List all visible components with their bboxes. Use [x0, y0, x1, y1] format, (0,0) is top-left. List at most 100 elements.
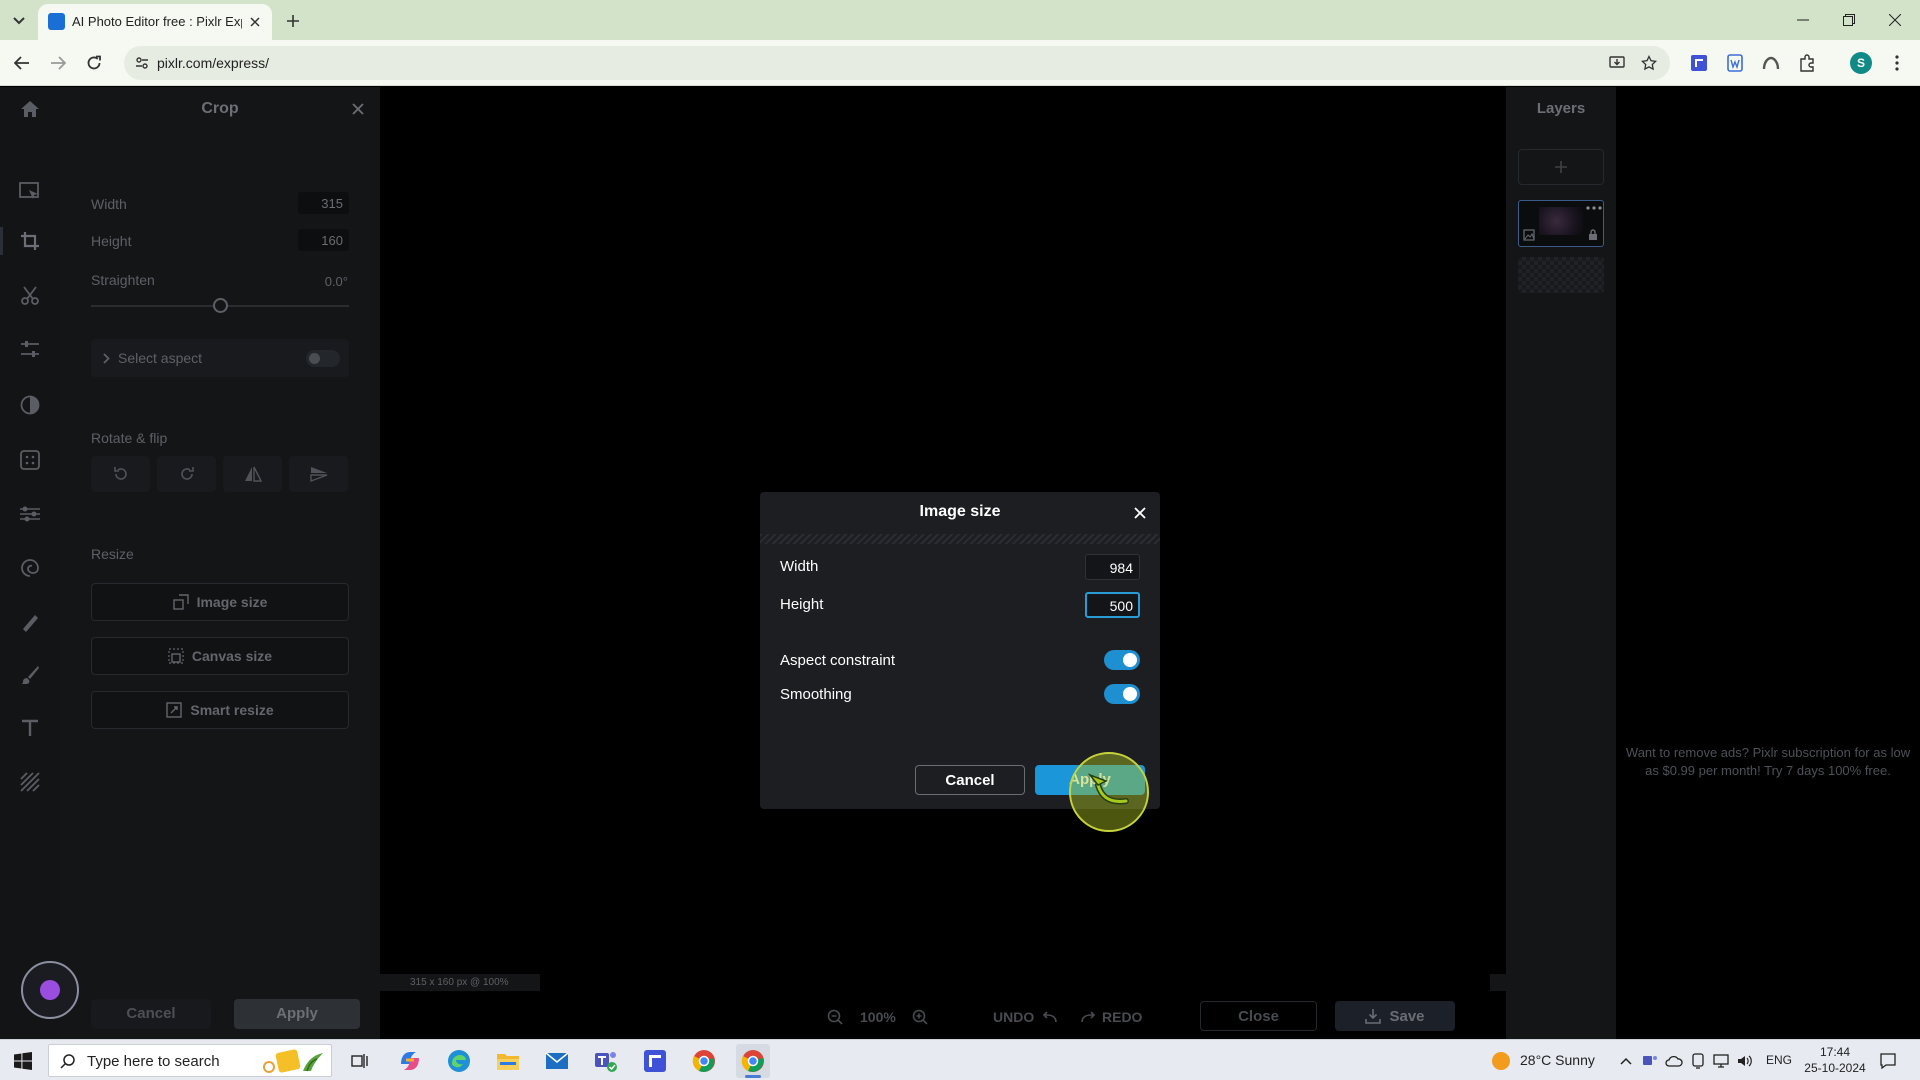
select-aspect-row[interactable]: Select aspect: [91, 339, 349, 377]
clock-date[interactable]: 25-10-2024: [1800, 1061, 1870, 1075]
straighten-slider-thumb[interactable]: [212, 298, 228, 313]
zoom-out-icon[interactable]: [826, 1008, 844, 1026]
retouch-icon[interactable]: [14, 498, 46, 530]
select-aspect-toggle[interactable]: [306, 350, 340, 367]
cutout-scissors-icon[interactable]: [14, 280, 46, 312]
undo-button[interactable]: UNDO: [993, 1009, 1034, 1025]
reload-icon[interactable]: [80, 49, 108, 77]
text-tool-icon[interactable]: [14, 712, 46, 744]
teams-app-icon[interactable]: [589, 1044, 623, 1078]
extension-pages-icon[interactable]: [1688, 52, 1710, 74]
task-view-icon[interactable]: [343, 1044, 377, 1078]
redo-arrow-icon[interactable]: [1079, 1008, 1097, 1026]
flip-vertical-button[interactable]: [289, 456, 348, 492]
notification-center-icon[interactable]: [1878, 1051, 1898, 1071]
flip-horizontal-button[interactable]: [223, 456, 282, 492]
save-button[interactable]: Save: [1335, 1001, 1455, 1031]
smoothing-toggle[interactable]: [1104, 684, 1140, 704]
ad-area: Want to remove ads? Pixlr subscription f…: [1616, 87, 1920, 1039]
pages-app-icon[interactable]: [638, 1044, 672, 1078]
new-tab-plus-icon[interactable]: [282, 10, 304, 32]
browser-menu-kebab-icon[interactable]: [1886, 52, 1908, 74]
image-size-button[interactable]: Image size: [91, 583, 349, 621]
draw-brush-icon[interactable]: [14, 659, 46, 691]
crop-tool-icon[interactable]: [14, 225, 46, 257]
window-minimize-icon[interactable]: [1780, 0, 1826, 40]
show-hidden-icons-icon[interactable]: [1617, 1052, 1635, 1070]
crop-width-input[interactable]: 315: [298, 192, 349, 214]
tab-search-dropdown-icon[interactable]: [6, 8, 32, 34]
dialog-cancel-button[interactable]: Cancel: [915, 765, 1025, 795]
volume-speaker-icon[interactable]: [1736, 1052, 1754, 1070]
taskbar-search-box[interactable]: Type here to search: [48, 1044, 332, 1077]
network-icon[interactable]: [1712, 1052, 1730, 1070]
assistant-orb-button[interactable]: [21, 961, 79, 1019]
adjust-sliders-icon[interactable]: [14, 333, 46, 365]
tab-close-icon[interactable]: [245, 12, 265, 32]
effects-grid-icon[interactable]: [14, 444, 46, 476]
profile-avatar[interactable]: S: [1850, 52, 1872, 74]
address-bar[interactable]: pixlr.com/express/: [124, 46, 1670, 80]
search-highlight-art-icon: [263, 1049, 323, 1073]
crop-cancel-button[interactable]: Cancel: [91, 999, 211, 1029]
ad-text[interactable]: Want to remove ads? Pixlr subscription f…: [1616, 744, 1920, 780]
file-explorer-icon[interactable]: [491, 1044, 525, 1078]
zoom-in-icon[interactable]: [911, 1008, 929, 1026]
pixlr-favicon-icon: [48, 13, 65, 30]
extensions-puzzle-icon[interactable]: [1796, 52, 1818, 74]
redo-button[interactable]: REDO: [1102, 1009, 1142, 1025]
pattern-stripes-icon[interactable]: [14, 766, 46, 798]
meet-now-icon[interactable]: [1689, 1052, 1707, 1070]
dialog-close-icon[interactable]: [1130, 503, 1150, 523]
browser-tab-active[interactable]: AI Photo Editor free : Pixlr Express: [38, 4, 272, 40]
arrange-tool-icon[interactable]: [14, 176, 46, 208]
height-input[interactable]: 500: [1085, 592, 1140, 618]
teams-tray-icon[interactable]: [1641, 1052, 1659, 1070]
lock-icon[interactable]: [1587, 229, 1599, 241]
bookmark-star-icon[interactable]: [1639, 53, 1659, 73]
more-options-icon[interactable]: [1585, 203, 1603, 213]
crop-apply-button[interactable]: Apply: [234, 999, 360, 1029]
undo-arrow-icon[interactable]: [1041, 1008, 1059, 1026]
rotate-right-button[interactable]: [157, 456, 216, 492]
window-restore-icon[interactable]: [1826, 0, 1872, 40]
edge-browser-icon[interactable]: [442, 1044, 476, 1078]
chrome-profile-a-icon[interactable]: [687, 1044, 721, 1078]
liquify-swirl-icon[interactable]: [14, 552, 46, 584]
crop-close-icon[interactable]: [348, 99, 368, 119]
rotate-left-button[interactable]: [91, 456, 150, 492]
extension-docs-icon[interactable]: [1724, 52, 1746, 74]
select-aspect-label: Select aspect: [118, 350, 203, 366]
url-text[interactable]: pixlr.com/express/: [157, 55, 269, 71]
smart-resize-button[interactable]: Smart resize: [91, 691, 349, 729]
windows-start-icon[interactable]: [10, 1048, 36, 1074]
aspect-constraint-toggle[interactable]: [1104, 650, 1140, 670]
layer-item-background[interactable]: [1518, 257, 1604, 293]
dialog-drag-stripe[interactable]: [760, 534, 1160, 544]
crop-height-input[interactable]: 160: [298, 229, 349, 251]
copilot-app-icon[interactable]: [393, 1044, 427, 1078]
extension-arc-icon[interactable]: [1760, 52, 1782, 74]
mail-app-icon[interactable]: [540, 1044, 574, 1078]
forward-arrow-icon[interactable]: [44, 49, 72, 77]
chrome-active-icon[interactable]: [736, 1044, 770, 1078]
width-input[interactable]: 984: [1085, 554, 1140, 580]
add-layer-button[interactable]: [1518, 149, 1604, 185]
back-arrow-icon[interactable]: [8, 49, 36, 77]
healing-bandage-icon[interactable]: [14, 606, 46, 638]
canvas-size-button[interactable]: Canvas size: [91, 637, 349, 675]
home-icon[interactable]: [14, 93, 46, 125]
onedrive-cloud-icon[interactable]: [1665, 1052, 1683, 1070]
weather-sun-icon[interactable]: [1492, 1052, 1510, 1070]
install-app-icon[interactable]: [1607, 53, 1627, 73]
clock-time[interactable]: 17:44: [1800, 1045, 1870, 1059]
filter-contrast-icon[interactable]: [14, 389, 46, 421]
window-close-icon[interactable]: [1872, 0, 1918, 40]
crop-panel-title: Crop: [201, 100, 239, 117]
close-button[interactable]: Close: [1200, 1001, 1317, 1031]
weather-text[interactable]: 28°C Sunny: [1520, 1052, 1595, 1068]
layer-item-image[interactable]: [1518, 200, 1604, 247]
site-info-icon[interactable]: [132, 53, 152, 73]
zoom-level[interactable]: 100%: [860, 1009, 896, 1025]
input-language[interactable]: ENG: [1766, 1053, 1792, 1067]
